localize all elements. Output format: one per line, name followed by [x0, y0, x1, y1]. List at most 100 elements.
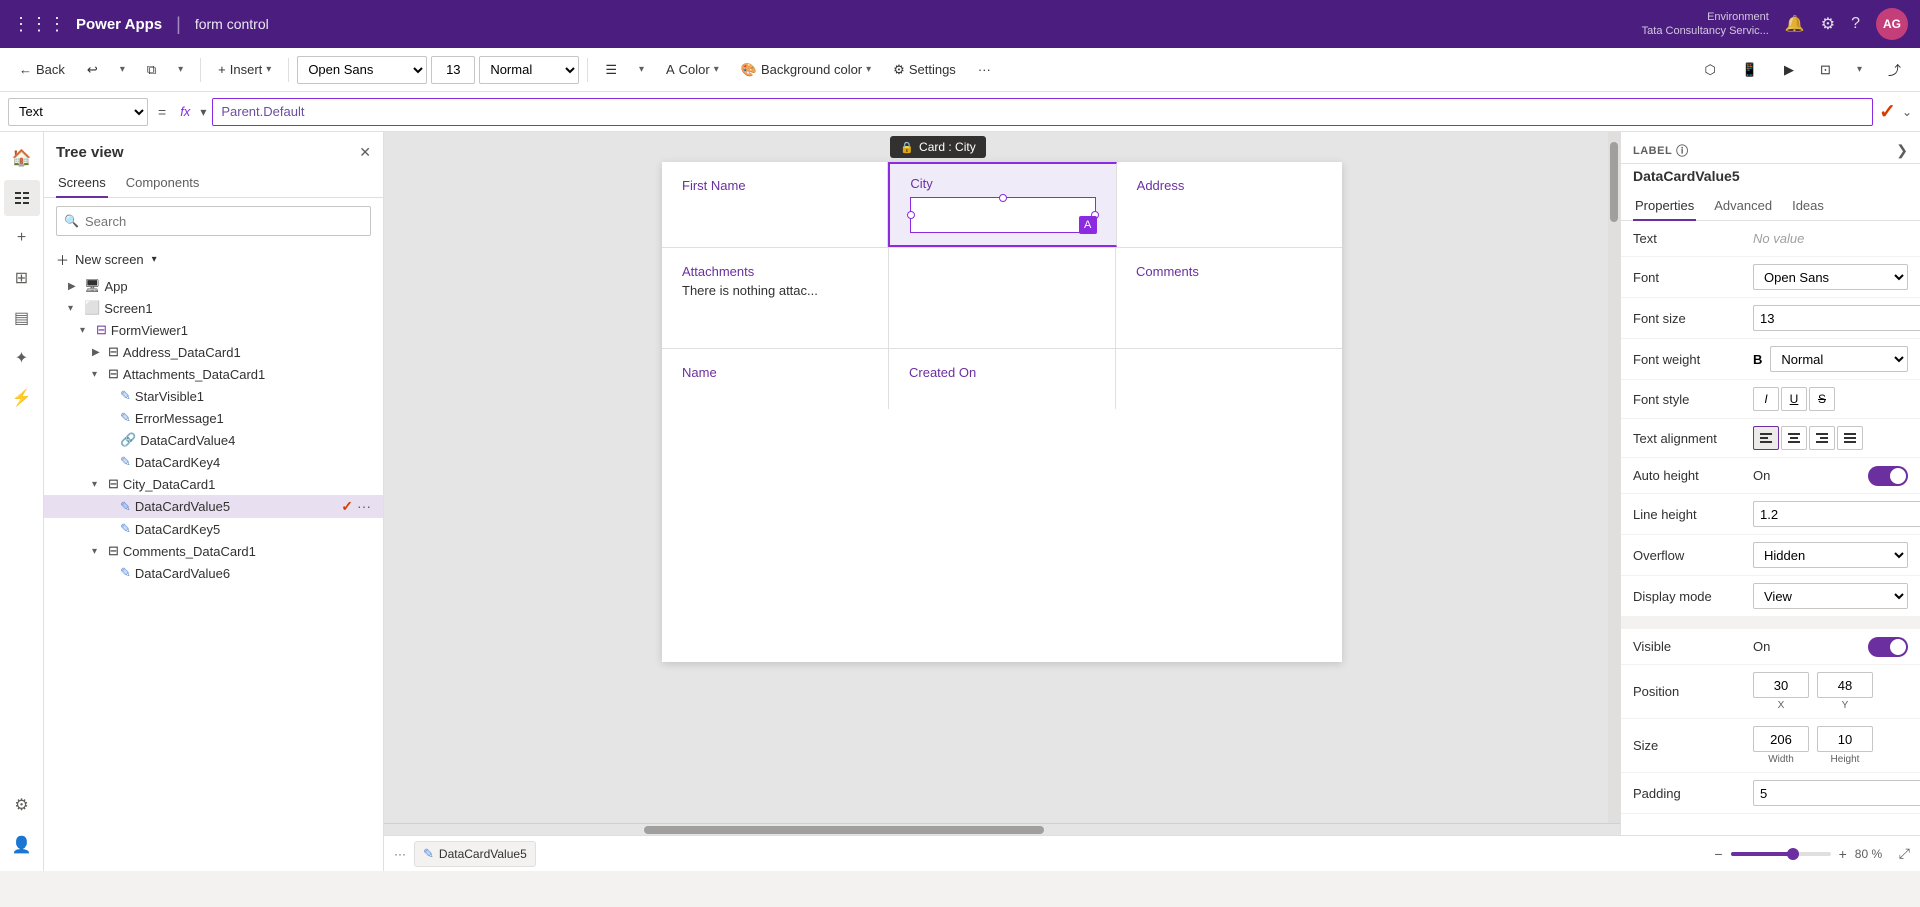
formula-caret[interactable]: ▾ [200, 105, 206, 119]
formula-expand-caret[interactable]: ⌄ [1902, 105, 1912, 119]
new-screen-button[interactable]: ＋ New screen ▾ [44, 244, 383, 275]
tree-item-comments-datacard1[interactable]: ▾ ⊟ Comments_DataCard1 [44, 540, 383, 562]
zoom-out-button[interactable]: − [1714, 846, 1722, 862]
right-panel-expand-icon[interactable]: ❯ [1896, 142, 1908, 159]
power-automate-icon-btn[interactable]: ⚡ [4, 380, 40, 416]
fontweight-prop-select[interactable]: Normal [1770, 346, 1908, 372]
size-width-input[interactable] [1753, 726, 1809, 752]
tree-item-city-datacard1[interactable]: ▾ ⊟ City_DataCard1 [44, 473, 383, 495]
right-tab-ideas[interactable]: Ideas [1790, 192, 1826, 221]
city-caret: ▾ [92, 479, 104, 490]
padding-prop-input[interactable] [1753, 780, 1920, 806]
underline-button[interactable]: U [1781, 387, 1807, 411]
canvas-scroll-area[interactable]: First Name 🔒 Card : City City [384, 132, 1620, 823]
zoom-in-button[interactable]: + [1839, 846, 1847, 862]
devices-icon[interactable]: ⊡ [1811, 55, 1840, 84]
pos-x-input[interactable] [1753, 672, 1809, 698]
zoom-slider-track[interactable] [1731, 852, 1831, 856]
devices-caret[interactable]: ▾ [1848, 55, 1871, 84]
tree-close-button[interactable]: ✕ [359, 144, 371, 161]
formula-confirm-icon[interactable]: ✓ [1879, 99, 1896, 124]
tree-item-app[interactable]: ▶ 🖥 App [44, 275, 383, 297]
tree-icon-btn[interactable] [4, 180, 40, 216]
form-cell-city[interactable]: 🔒 Card : City City [888, 162, 1116, 247]
notification-icon[interactable]: 🔔 [1785, 14, 1805, 34]
font-prop-select[interactable]: Open Sans [1753, 264, 1908, 290]
insert-icon-btn[interactable]: + [4, 220, 40, 256]
ai-icon-btn[interactable]: ✦ [4, 340, 40, 376]
align-right-button[interactable] [1809, 426, 1835, 450]
city-input-area[interactable]: A [910, 197, 1095, 233]
property-select[interactable]: Text [8, 98, 148, 126]
tree-item-errormessage1[interactable]: ▶ ✎ ErrorMessage1 [44, 407, 383, 429]
media-icon-btn[interactable]: ▤ [4, 300, 40, 336]
tree-item-formviewer1[interactable]: ▾ ⊟ FormViewer1 [44, 319, 383, 341]
prop-row-size: Size Width Height [1621, 719, 1920, 773]
avatar[interactable]: AG [1876, 8, 1908, 40]
bg-color-button[interactable]: 🎨 Background color ▾ [732, 57, 880, 83]
tree-item-datacardvalue6[interactable]: ▶ ✎ DataCardValue6 [44, 562, 383, 584]
tree-item-datacardkey5[interactable]: ▶ ✎ DataCardKey5 [44, 518, 383, 540]
align-button[interactable]: ☰ [596, 57, 626, 83]
font-size-input[interactable] [431, 56, 475, 84]
label-info-icon[interactable]: ⓘ [1676, 142, 1689, 159]
lineheight-prop-input[interactable] [1753, 501, 1920, 527]
color-button[interactable]: A Color ▾ [657, 57, 728, 82]
right-tab-advanced[interactable]: Advanced [1712, 192, 1774, 221]
formula-input[interactable] [212, 98, 1873, 126]
align-left-button[interactable] [1753, 426, 1779, 450]
overflow-prop-select[interactable]: Hidden [1753, 542, 1908, 568]
pos-y-input[interactable] [1817, 672, 1873, 698]
play-icon[interactable]: ▶ [1775, 55, 1803, 84]
right-tab-properties[interactable]: Properties [1633, 192, 1696, 221]
size-height-input[interactable] [1817, 726, 1873, 752]
data-icon-btn[interactable]: ⊞ [4, 260, 40, 296]
tree-item-screen1[interactable]: ▾ ⬜ Screen1 [44, 297, 383, 319]
tab-screens[interactable]: Screens [56, 169, 108, 198]
grid-icon[interactable]: ⋮⋮⋮ [12, 14, 66, 35]
more-button[interactable]: ··· [969, 57, 1000, 82]
canvas-vscroll[interactable] [1608, 132, 1620, 823]
expand-button[interactable]: ⤢ [1899, 845, 1910, 862]
search-input[interactable] [56, 206, 371, 236]
help-icon[interactable]: ? [1851, 15, 1860, 33]
phone-icon[interactable]: 📱 [1733, 55, 1767, 84]
displaymode-prop-select[interactable]: View [1753, 583, 1908, 609]
copy-caret[interactable]: ▾ [169, 59, 192, 80]
insert-button[interactable]: + Insert ▾ [209, 57, 280, 82]
settings-button[interactable]: ⚙ Settings [884, 57, 965, 83]
visible-toggle[interactable] [1868, 637, 1908, 657]
settings-icon[interactable]: ⚙ [1821, 14, 1835, 34]
copy-button[interactable]: ⧉ [138, 57, 165, 83]
user-icon-btn[interactable]: 👤 [4, 827, 40, 863]
undo-button[interactable]: ↩ [78, 57, 107, 83]
back-button[interactable]: ← Back [10, 57, 74, 82]
canvas-hscroll[interactable] [384, 823, 1620, 835]
tree-item-address-datacard1[interactable]: ▶ ⊟ Address_DataCard1 [44, 341, 383, 363]
bottom-dots[interactable]: ··· [394, 847, 406, 861]
tab-components[interactable]: Components [124, 169, 202, 198]
settings-bottom-icon-btn[interactable]: ⚙ [4, 787, 40, 823]
bottom-tab-datacardvalue5[interactable]: ✎ DataCardValue5 [414, 841, 536, 867]
tree-item-attachments-datacard1[interactable]: ▾ ⊟ Attachments_DataCard1 [44, 363, 383, 385]
fx-button[interactable]: fx [176, 104, 194, 119]
fontsize-prop-input[interactable] [1753, 305, 1920, 331]
publish-icon[interactable]: ⤴ [1879, 55, 1910, 84]
align-justify-button[interactable] [1837, 426, 1863, 450]
position-inputs: X Y [1753, 672, 1908, 711]
dcv5-dots-menu[interactable]: ··· [357, 498, 371, 515]
autoheight-toggle[interactable] [1868, 466, 1908, 486]
strikethrough-button[interactable]: S [1809, 387, 1835, 411]
tree-item-datacardkey4[interactable]: ▶ ✎ DataCardKey4 [44, 451, 383, 473]
undo-caret[interactable]: ▾ [111, 59, 134, 80]
align-caret[interactable]: ▾ [630, 59, 653, 80]
tree-item-starvisible1[interactable]: ▶ ✎ StarVisible1 [44, 385, 383, 407]
font-weight-select[interactable]: Normal [479, 56, 579, 84]
italic-button[interactable]: I [1753, 387, 1779, 411]
preview-icon[interactable]: ⬡ [1696, 55, 1725, 84]
font-family-select[interactable]: Open Sans [297, 56, 427, 84]
tree-item-datacardvalue5[interactable]: ▶ ✎ DataCardValue5 ✓ ··· [44, 495, 383, 518]
align-center-button[interactable] [1781, 426, 1807, 450]
tree-item-datacardvalue4[interactable]: ▶ 🔗 DataCardValue4 [44, 429, 383, 451]
home-icon-btn[interactable]: 🏠 [4, 140, 40, 176]
